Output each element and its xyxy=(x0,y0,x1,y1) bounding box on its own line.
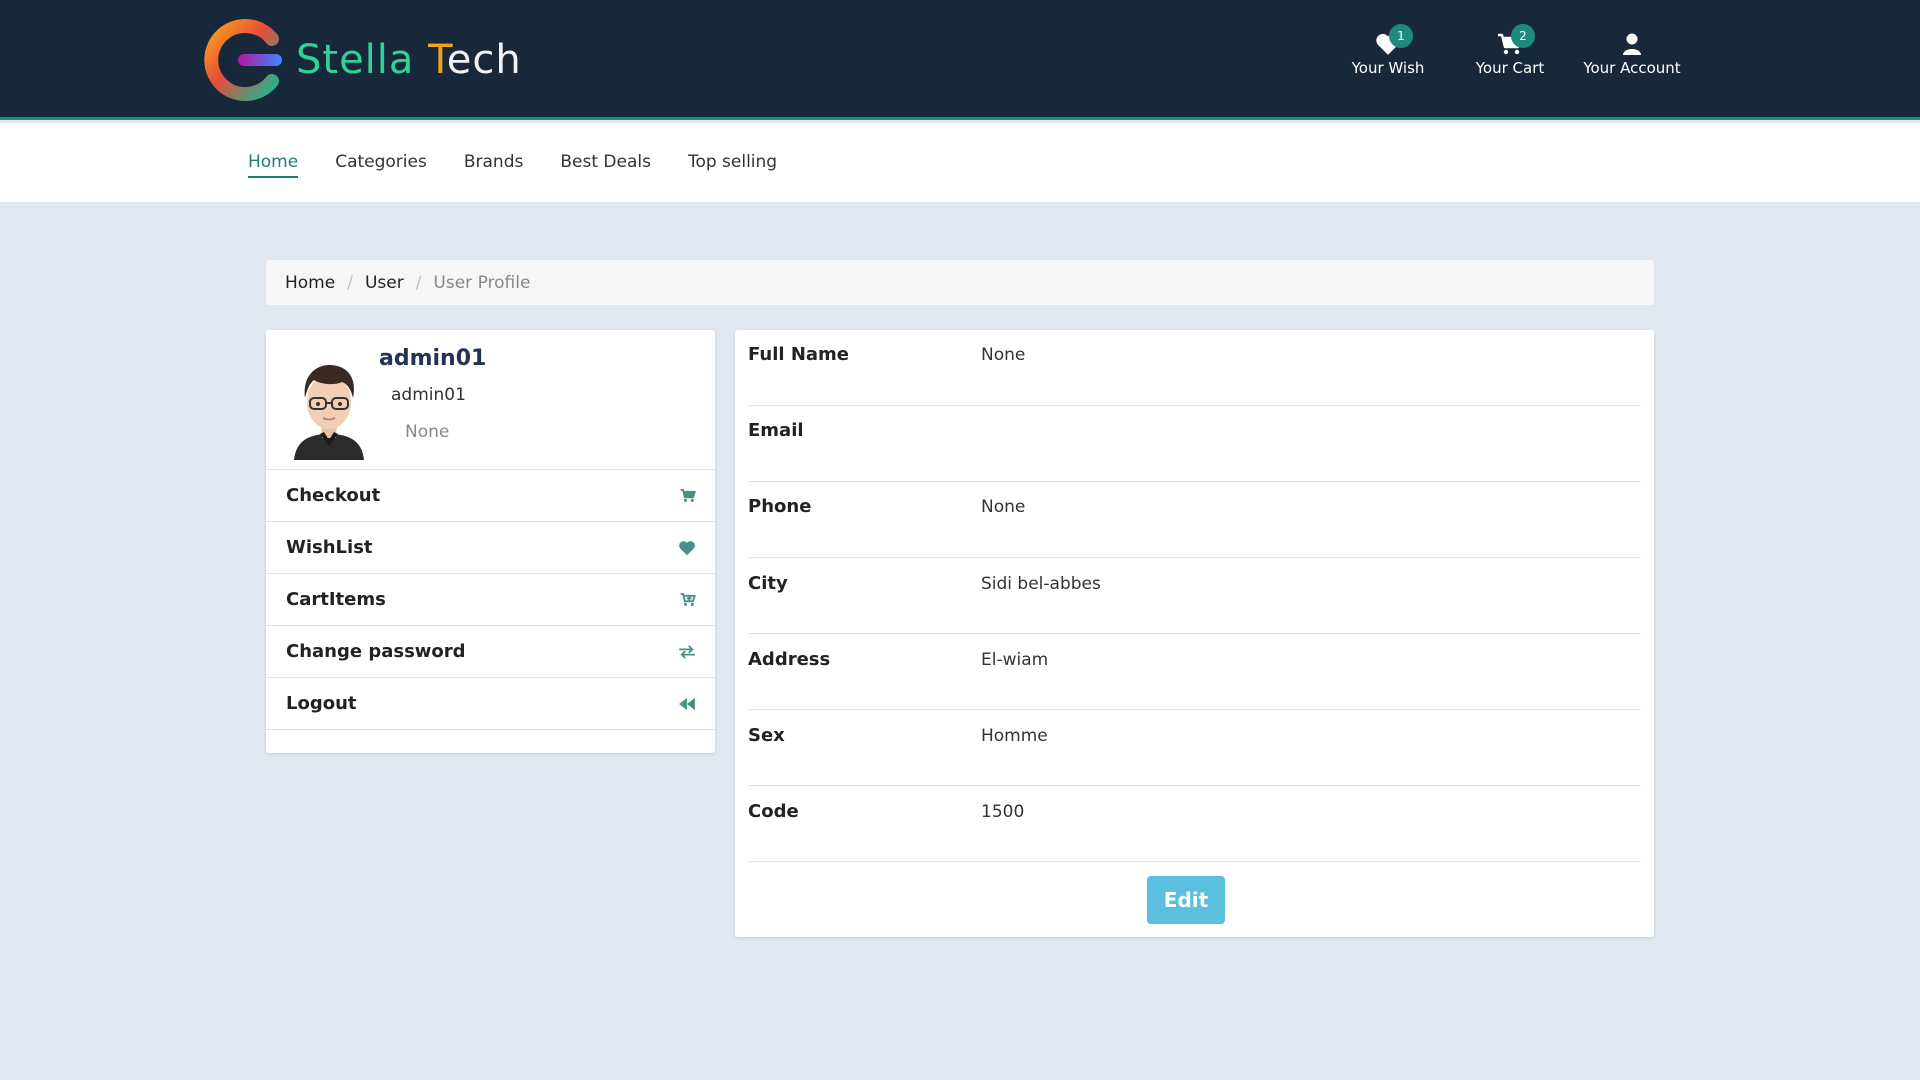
cart-count-badge: 2 xyxy=(1511,24,1535,48)
profile-name: admin01 xyxy=(379,346,487,371)
detail-key: Sex xyxy=(748,725,785,746)
menu-checkout[interactable]: Checkout xyxy=(266,470,715,522)
profile-details-card: Full Name None Email Phone None City Sid… xyxy=(735,330,1654,937)
detail-key: Phone xyxy=(748,496,812,517)
detail-key: Address xyxy=(748,649,831,670)
menu-label: CartItems xyxy=(286,589,386,610)
menu-wishlist[interactable]: WishList xyxy=(266,522,715,574)
detail-row-full-name: Full Name None xyxy=(748,330,1641,406)
detail-value: 1500 xyxy=(981,802,1025,822)
breadcrumb-current: User Profile xyxy=(433,272,531,293)
avatar xyxy=(294,364,364,460)
stella-tech-logo[interactable]: Stella Tech xyxy=(202,17,522,103)
breadcrumb-user[interactable]: User xyxy=(365,273,404,293)
cart-icon xyxy=(680,489,696,502)
cart-link[interactable]: 2 Your Cart xyxy=(1449,24,1571,77)
detail-row-code: Code 1500 xyxy=(748,786,1641,862)
detail-row-address: Address El-wiam xyxy=(748,634,1641,710)
cart-plus-icon xyxy=(680,593,696,606)
detail-value: Sidi bel-abbes xyxy=(981,574,1101,594)
detail-value: None xyxy=(981,345,1026,365)
brand-name: Stella Tech xyxy=(296,37,522,83)
profile-card: admin01 admin01 None Checkout WishList C… xyxy=(266,330,715,753)
detail-key: Code xyxy=(748,801,799,822)
menu-label: Checkout xyxy=(286,485,381,506)
cart-label: Your Cart xyxy=(1475,59,1545,77)
nav-categories[interactable]: Categories xyxy=(335,152,427,178)
profile-header: admin01 admin01 None xyxy=(266,330,715,470)
user-icon xyxy=(1623,33,1641,55)
edit-button[interactable]: Edit xyxy=(1147,876,1225,924)
detail-row-email: Email xyxy=(748,406,1641,482)
wishlist-link[interactable]: 1 Your Wish xyxy=(1327,24,1449,77)
detail-key: City xyxy=(748,573,788,594)
detail-row-sex: Sex Homme xyxy=(748,710,1641,786)
wish-label: Your Wish xyxy=(1351,59,1425,77)
detail-row-city: City Sidi bel-abbes xyxy=(748,558,1641,634)
breadcrumb-home[interactable]: Home xyxy=(285,273,335,293)
detail-value: El-wiam xyxy=(981,650,1049,670)
heart-icon xyxy=(679,540,695,555)
menu-logout[interactable]: Logout xyxy=(266,678,715,730)
menu-label: WishList xyxy=(286,537,373,558)
nav-brands[interactable]: Brands xyxy=(464,152,524,178)
detail-key: Full Name xyxy=(748,344,849,365)
nav-top-selling[interactable]: Top selling xyxy=(688,152,777,178)
account-label: Your Account xyxy=(1583,59,1681,77)
wish-count-badge: 1 xyxy=(1389,24,1413,48)
detail-key: Email xyxy=(748,420,804,441)
profile-username: admin01 xyxy=(391,385,466,405)
nav-best-deals[interactable]: Best Deals xyxy=(560,152,651,178)
menu-label: Logout xyxy=(286,693,357,714)
menu-label: Change password xyxy=(286,641,466,662)
breadcrumb-separator: / xyxy=(415,272,422,293)
detail-row-phone: Phone None xyxy=(748,482,1641,558)
header-actions: 1 Your Wish 2 Your Cart Your Account xyxy=(1327,24,1693,77)
breadcrumb: Home / User / User Profile xyxy=(266,260,1654,305)
logo-mark-icon xyxy=(204,19,282,101)
exchange-icon xyxy=(679,644,695,659)
nav-home[interactable]: Home xyxy=(248,152,299,178)
detail-value: None xyxy=(981,497,1026,517)
breadcrumb-separator: / xyxy=(347,272,353,293)
detail-value: Homme xyxy=(981,726,1048,746)
main-nav: Home Categories Brands Best Deals Top se… xyxy=(0,123,1920,202)
profile-extra: None xyxy=(405,422,450,442)
backward-icon xyxy=(679,697,695,710)
menu-cartitems[interactable]: CartItems xyxy=(266,574,715,626)
top-header: Stella Tech 1 Your Wish 2 Your Cart Your… xyxy=(0,0,1920,120)
menu-change-password[interactable]: Change password xyxy=(266,626,715,678)
account-link[interactable]: Your Account xyxy=(1571,26,1693,77)
